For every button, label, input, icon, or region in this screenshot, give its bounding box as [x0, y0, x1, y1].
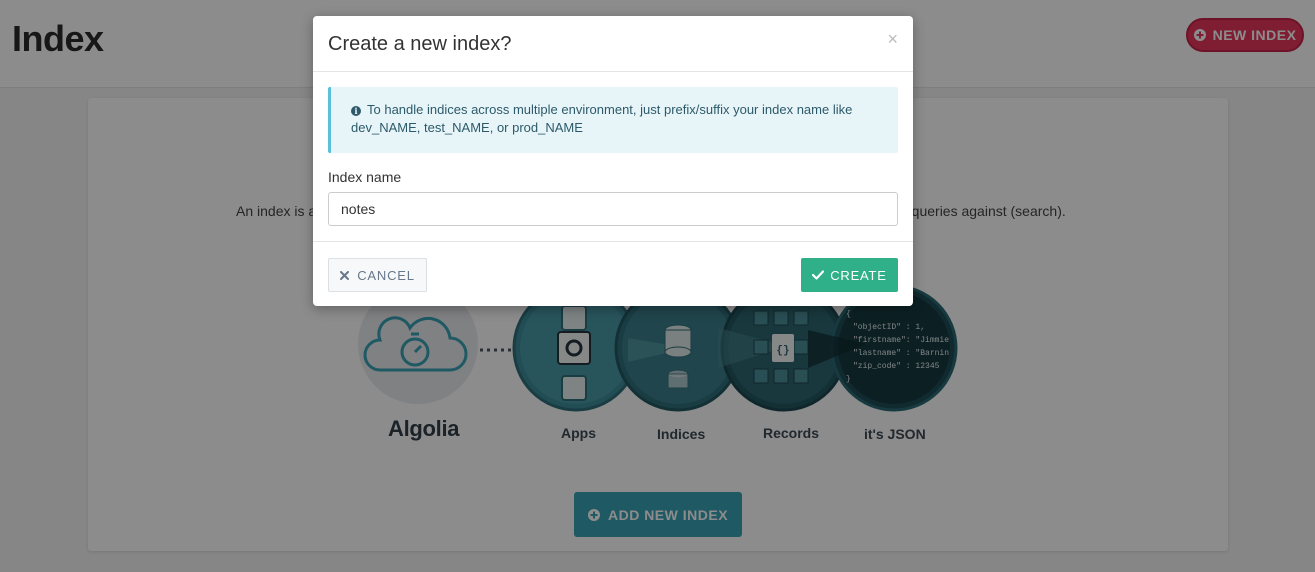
create-index-modal: Create a new index? × i To handle indices…	[313, 16, 913, 306]
check-icon	[812, 270, 825, 280]
create-label: CREATE	[830, 267, 887, 283]
cancel-label: CANCEL	[357, 267, 415, 283]
modal-body: i To handle indices across multiple envir…	[313, 72, 913, 242]
index-name-label: Index name	[328, 169, 402, 185]
close-icon[interactable]: ×	[887, 30, 898, 48]
index-name-input[interactable]	[328, 192, 898, 226]
modal-header: Create a new index? ×	[313, 16, 913, 72]
info-icon: i	[351, 106, 361, 116]
create-button[interactable]: CREATE	[801, 258, 898, 292]
info-alert: i To handle indices across multiple envir…	[328, 87, 898, 153]
modal-title: Create a new index?	[328, 33, 512, 55]
modal-footer: CANCEL CREATE	[313, 241, 913, 306]
x-icon	[340, 270, 350, 280]
info-alert-text: To handle indices across multiple enviro…	[351, 102, 853, 135]
cancel-button[interactable]: CANCEL	[328, 258, 427, 292]
